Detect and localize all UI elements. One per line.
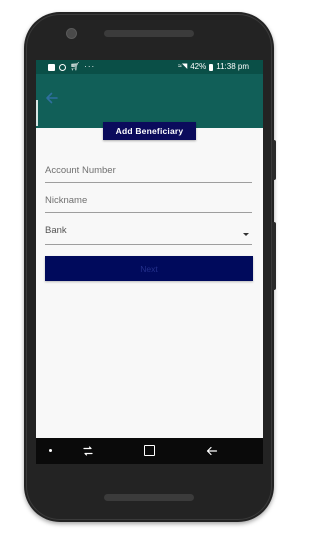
nav-square-icon[interactable] — [144, 445, 155, 456]
account-number-input[interactable] — [45, 160, 252, 180]
bank-select[interactable]: Bank — [45, 222, 252, 245]
scroll-indicator — [36, 100, 38, 126]
cart-notification-icon: 🛒︎ — [70, 62, 81, 71]
arrow-left-icon[interactable] — [44, 90, 60, 106]
chevron-down-icon[interactable] — [243, 233, 249, 236]
nickname-field[interactable] — [45, 190, 252, 213]
clock: 11:38 pm — [216, 62, 249, 71]
nav-dot-icon — [49, 449, 52, 452]
status-bar: 🛒︎ ··· ≈◥ 42% 11:38 pm — [36, 60, 263, 74]
camera-icon — [66, 28, 77, 39]
more-notifications-icon: ··· — [84, 62, 96, 71]
battery-percent: 42% — [190, 62, 207, 71]
whatsapp-notification-icon — [59, 63, 66, 71]
battery-icon — [209, 63, 214, 71]
power-button — [272, 140, 276, 180]
nav-back-icon[interactable] — [206, 445, 218, 457]
next-button[interactable]: Next — [45, 256, 253, 281]
navigation-bar — [36, 438, 263, 464]
bank-select-label: Bank — [45, 225, 67, 236]
nickname-input[interactable] — [45, 190, 252, 210]
account-number-field[interactable] — [45, 160, 252, 183]
nav-recent-icon[interactable] — [82, 446, 94, 456]
status-system: ≈◥ 42% 11:38 pm — [178, 62, 249, 72]
bottom-speaker — [104, 494, 194, 501]
screen: 🛒︎ ··· ≈◥ 42% 11:38 pm Add Beneficiary B… — [36, 60, 263, 464]
top-speaker — [104, 30, 194, 37]
status-notifications: 🛒︎ ··· — [48, 62, 95, 72]
page-title: Add Beneficiary — [103, 122, 196, 140]
signal-icon: ≈◥ — [177, 63, 188, 70]
image-notification-icon — [48, 63, 55, 71]
volume-button — [272, 222, 276, 290]
app-bar — [36, 74, 263, 128]
